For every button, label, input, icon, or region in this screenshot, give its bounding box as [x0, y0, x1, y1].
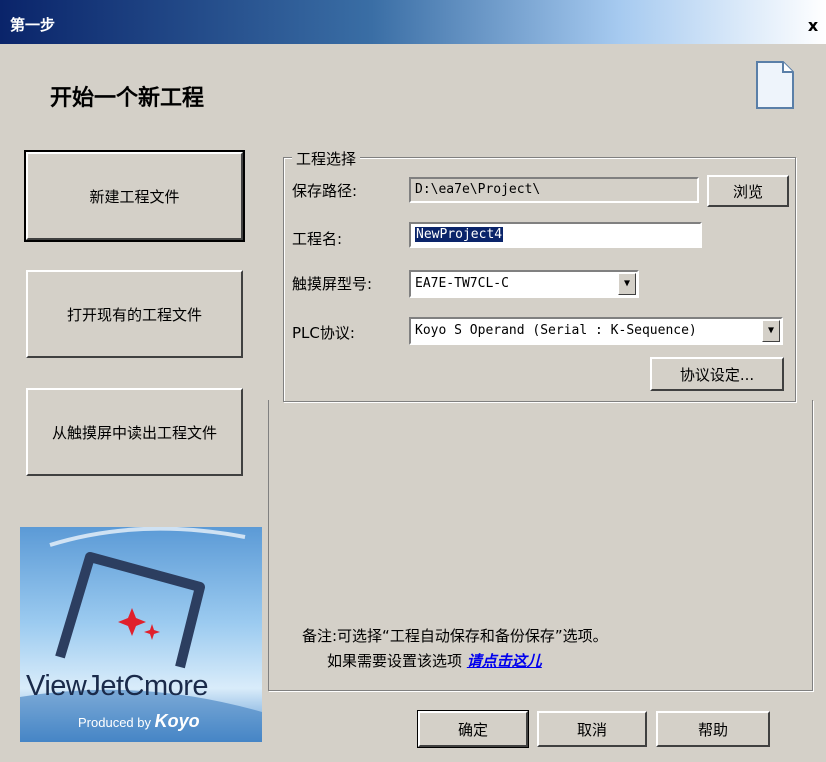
- window-title: 第一步: [10, 16, 56, 34]
- help-label: 帮助: [697, 720, 728, 739]
- cancel-button[interactable]: 取消: [537, 711, 647, 747]
- save-path-field: D:\ea7e\Project\: [409, 177, 699, 203]
- protocol-settings-label: 协议设定...: [679, 365, 755, 384]
- open-project-button[interactable]: 打开现有的工程文件: [26, 270, 243, 358]
- read-from-panel-button[interactable]: 从触摸屏中读出工程文件: [26, 388, 243, 476]
- ok-label: 确定: [457, 720, 488, 739]
- logo-graphic: [20, 527, 262, 742]
- page-title: 开始一个新工程: [50, 86, 205, 111]
- chevron-down-icon[interactable]: ▼: [618, 273, 636, 295]
- click-here-link[interactable]: 请点击这儿: [467, 652, 542, 670]
- open-project-label: 打开现有的工程文件: [66, 305, 202, 324]
- logo-produced-by: Produced by Koyo: [78, 711, 200, 732]
- ok-button[interactable]: 确定: [417, 710, 529, 748]
- save-path-label: 保存路径:: [292, 182, 358, 200]
- viewjet-logo: ViewJetCmore Produced by Koyo: [20, 527, 262, 742]
- touchscreen-model-label: 触摸屏型号:: [292, 275, 373, 293]
- brand-name: Koyo: [154, 711, 200, 731]
- note-line-2: 如果需要设置该选项 请点击这儿: [327, 650, 542, 671]
- chevron-down-icon[interactable]: ▼: [762, 320, 780, 342]
- browse-label: 浏览: [732, 182, 763, 201]
- browse-button[interactable]: 浏览: [707, 175, 789, 207]
- title-bar[interactable]: 第一步 x: [0, 0, 826, 44]
- lower-panel: [268, 400, 813, 691]
- group-title: 工程选择: [292, 148, 361, 169]
- project-name-input[interactable]: NewProject4: [409, 222, 702, 248]
- logo-product-name: ViewJetCmore: [26, 670, 209, 702]
- close-icon[interactable]: x: [802, 16, 824, 36]
- new-project-button[interactable]: 新建工程文件: [24, 150, 245, 242]
- plc-protocol-value: Koyo S Operand (Serial : K-Sequence): [415, 323, 697, 338]
- new-project-dialog: 第一步 x 开始一个新工程 新建工程文件 打开现有的工程文件 从触摸屏中读出工程…: [0, 0, 826, 762]
- project-name-value: NewProject4: [415, 227, 504, 242]
- protocol-settings-button[interactable]: 协议设定...: [650, 357, 784, 391]
- cancel-label: 取消: [576, 720, 607, 739]
- help-button[interactable]: 帮助: [656, 711, 770, 747]
- touchscreen-model-value: EA7E-TW7CL-C: [415, 276, 509, 291]
- touchscreen-model-select[interactable]: EA7E-TW7CL-C ▼: [409, 270, 639, 298]
- project-name-label: 工程名:: [292, 230, 343, 248]
- read-from-panel-label: 从触摸屏中读出工程文件: [51, 423, 217, 442]
- new-project-label: 新建工程文件: [89, 187, 180, 206]
- document-icon: [756, 61, 794, 109]
- note-line-1: 备注:可选择“工程自动保存和备份保存”选项。: [302, 627, 608, 645]
- note-line-2-text: 如果需要设置该选项: [327, 652, 463, 670]
- produced-by-text: Produced by: [78, 715, 151, 730]
- plc-protocol-select[interactable]: Koyo S Operand (Serial : K-Sequence) ▼: [409, 317, 783, 345]
- plc-protocol-label: PLC协议:: [292, 324, 355, 342]
